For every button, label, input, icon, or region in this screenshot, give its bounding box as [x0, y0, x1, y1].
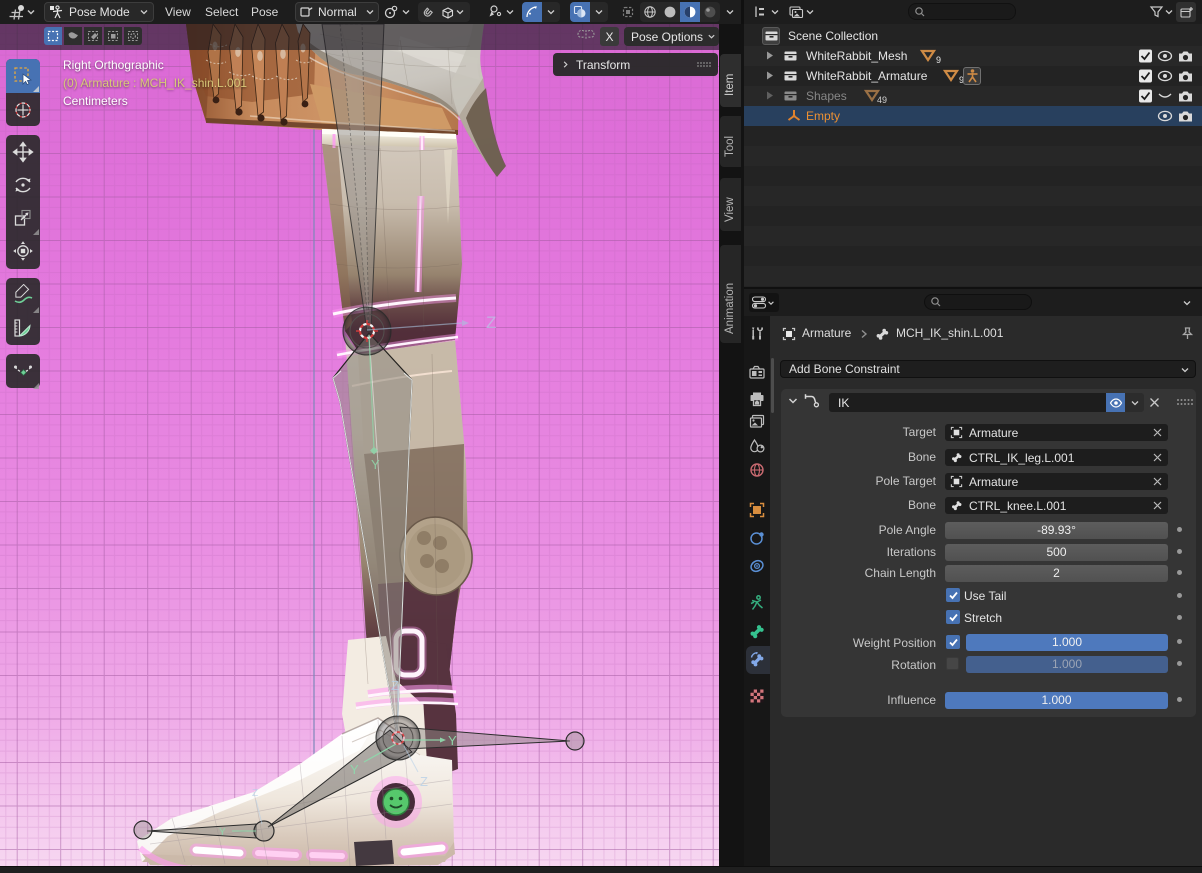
svg-text:Y: Y — [448, 733, 457, 748]
svg-text:Y: Y — [350, 762, 359, 777]
svg-text:Z: Z — [486, 313, 496, 332]
svg-text:Z: Z — [252, 788, 258, 799]
svg-text:49: 49 — [877, 95, 887, 105]
svg-text:Y: Y — [371, 457, 380, 472]
svg-text:9: 9 — [936, 55, 941, 65]
svg-text:Z: Z — [420, 774, 428, 789]
svg-text:Y: Y — [219, 827, 226, 838]
svg-text:Z: Z — [391, 678, 399, 693]
